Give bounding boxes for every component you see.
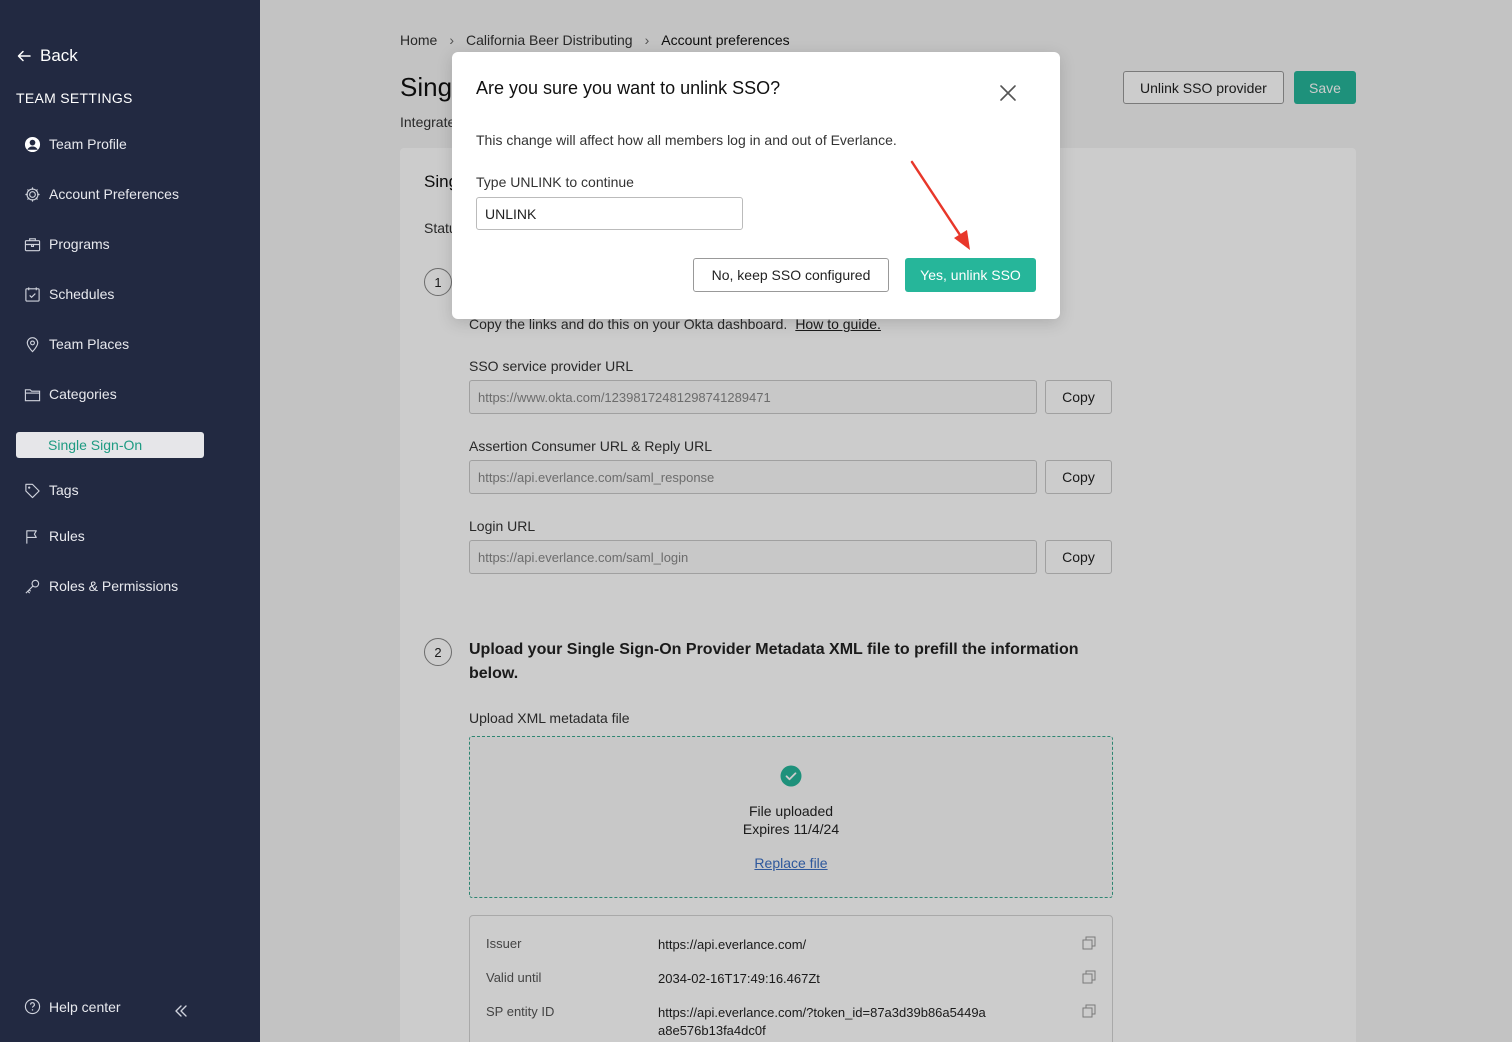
modal-description: This change will affect how all members … <box>476 132 897 148</box>
flag-icon <box>26 529 37 544</box>
sidebar-item-schedules[interactable]: Schedules <box>16 281 204 307</box>
sidebar-item-label: Programs <box>49 236 110 252</box>
help-center-label: Help center <box>49 998 121 1015</box>
sidebar-item-rules[interactable]: Rules <box>16 523 204 549</box>
sidebar-item-team-places[interactable]: Team Places <box>16 331 204 357</box>
sidebar-item-label: Rules <box>49 528 85 544</box>
sidebar-item-label: Tags <box>49 482 79 498</box>
tag-icon <box>25 483 40 498</box>
calendar-check-icon <box>25 286 40 302</box>
sidebar-item-label: Categories <box>49 386 117 402</box>
sidebar-item-single-sign-on[interactable]: Single Sign-On <box>16 432 204 458</box>
unlink-confirm-input[interactable] <box>476 197 743 230</box>
close-icon[interactable] <box>998 83 1018 103</box>
folder-icon <box>24 388 41 401</box>
question-circle-icon <box>24 998 41 1015</box>
unlink-input-label: Type UNLINK to continue <box>476 174 634 190</box>
briefcase-icon <box>24 237 41 251</box>
sidebar-item-label: Team Profile <box>49 136 127 152</box>
sidebar-item-label: Schedules <box>49 286 115 302</box>
sidebar-item-label: Account Preferences <box>49 186 179 202</box>
gear-icon <box>25 186 40 202</box>
keep-sso-button[interactable]: No, keep SSO configured <box>693 258 889 292</box>
sidebar-section-title: TEAM SETTINGS <box>16 90 133 106</box>
sidebar-item-roles-permissions[interactable]: Roles & Permissions <box>16 573 204 599</box>
confirm-unlink-button[interactable]: Yes, unlink SSO <box>905 258 1036 292</box>
unlink-sso-modal: Are you sure you want to unlink SSO? Thi… <box>452 52 1060 319</box>
back-button[interactable]: Back <box>16 46 78 66</box>
map-pin-icon <box>26 336 39 352</box>
back-label: Back <box>40 46 78 65</box>
arrow-left-icon <box>17 50 31 62</box>
user-circle-icon <box>24 136 41 152</box>
sidebar: Back TEAM SETTINGS Team Profile Account … <box>0 0 260 1042</box>
sidebar-item-categories[interactable]: Categories <box>16 381 204 407</box>
collapse-sidebar-icon[interactable] <box>172 1002 190 1020</box>
sidebar-item-programs[interactable]: Programs <box>16 231 204 257</box>
key-icon <box>25 579 40 594</box>
sidebar-item-label: Roles & Permissions <box>49 578 179 594</box>
sidebar-item-label: Team Places <box>49 336 130 352</box>
sidebar-item-team-profile[interactable]: Team Profile <box>16 131 204 157</box>
sidebar-item-label: Single Sign-On <box>48 437 143 453</box>
sidebar-item-tags[interactable]: Tags <box>16 477 204 503</box>
sidebar-item-account-preferences[interactable]: Account Preferences <box>16 181 204 207</box>
modal-title: Are you sure you want to unlink SSO? <box>476 78 781 98</box>
